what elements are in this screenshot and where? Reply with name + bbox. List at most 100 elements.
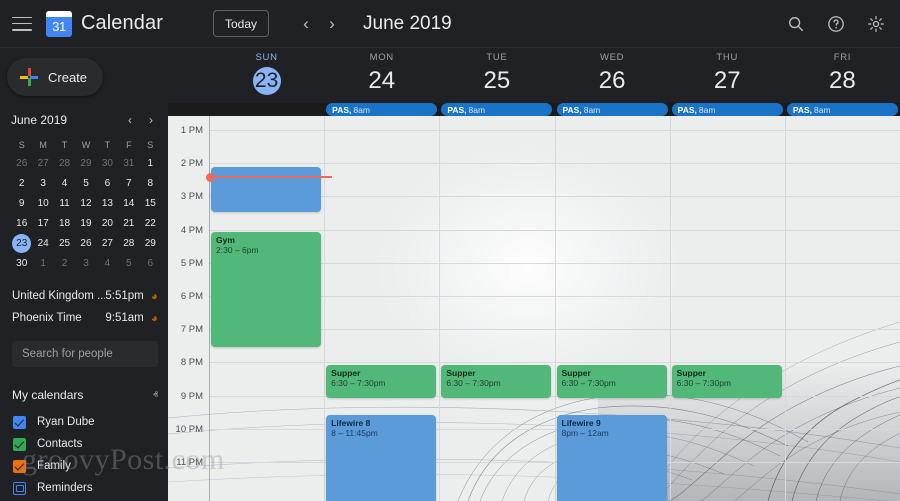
current-period-label: June 2019 <box>363 12 452 34</box>
search-people-field[interactable] <box>12 341 158 367</box>
all-day-event-title: PAS, <box>332 104 352 115</box>
mini-calendar-day[interactable]: 26 <box>11 153 32 173</box>
mini-calendar-day[interactable]: 31 <box>118 153 139 173</box>
mini-calendar-day[interactable]: 7 <box>118 173 139 193</box>
time-label: 6 PM <box>180 291 203 302</box>
next-period-icon[interactable]: › <box>319 11 345 37</box>
mini-calendar-next-icon[interactable]: › <box>143 112 159 128</box>
gear-icon[interactable] <box>866 14 886 34</box>
calendar-event[interactable]: Lifewire 9 8pm – 12am <box>556 415 667 501</box>
mini-calendar-day[interactable]: 19 <box>75 213 96 233</box>
mini-calendar-day[interactable]: 27 <box>97 233 118 253</box>
my-calendars-header[interactable]: My calendars ⱏ <box>12 385 158 405</box>
all-day-event[interactable]: PAS, 8am <box>441 103 553 116</box>
mini-calendar-day[interactable]: 29 <box>140 233 161 253</box>
all-day-event[interactable]: PAS, 8am <box>671 103 783 116</box>
mini-calendar-day[interactable]: 6 <box>140 253 161 273</box>
help-icon[interactable] <box>826 14 846 34</box>
mini-calendar-day[interactable]: 16 <box>11 213 32 233</box>
mini-calendar-day[interactable]: 18 <box>54 213 75 233</box>
calendar-checkbox[interactable] <box>13 415 26 429</box>
mini-calendar-dow-4: T <box>104 139 111 150</box>
day-header-mon[interactable]: MON 24 <box>324 52 439 95</box>
calendar-app: 31 Calendar Today ‹ › June 2019 Create J… <box>0 0 900 501</box>
day-header-fri[interactable]: FRI 28 <box>785 52 900 95</box>
mini-calendar-week: 30 1 2 3 4 5 6 <box>11 253 161 273</box>
mini-calendar-day[interactable]: 1 <box>140 153 161 173</box>
search-icon[interactable] <box>786 14 806 34</box>
day-header-dow: THU <box>716 52 739 63</box>
day-header-number: 24 <box>368 67 396 94</box>
mini-calendar-day[interactable]: 30 <box>11 253 32 273</box>
mini-calendar-day[interactable]: 26 <box>75 233 96 253</box>
mini-calendar-prev-icon[interactable]: ‹ <box>122 112 138 128</box>
all-day-event[interactable]: PAS, 8am <box>326 103 438 116</box>
day-header-number: 25 <box>483 67 511 94</box>
day-header-thu[interactable]: THU 27 <box>670 52 785 95</box>
mini-calendar-day[interactable]: 4 <box>97 253 118 273</box>
day-header-dow: TUE <box>486 52 508 63</box>
mini-calendar-day[interactable]: 21 <box>118 213 139 233</box>
calendar-event[interactable]: Supper 6:30 – 7:30pm <box>556 365 667 398</box>
mini-calendar-day[interactable]: 30 <box>97 153 118 173</box>
mini-calendar-day[interactable]: 1 <box>32 253 53 273</box>
time-label: 10 PM <box>175 423 203 435</box>
mini-calendar-day[interactable]: 5 <box>118 253 139 273</box>
calendar-checkbox[interactable] <box>13 459 26 473</box>
calendar-item-reminders[interactable]: Reminders <box>13 477 158 499</box>
calendar-item-ryan-dube[interactable]: Ryan Dube <box>13 411 158 433</box>
mini-calendar-dow-0: S <box>18 139 25 150</box>
day-header-tue[interactable]: TUE 25 <box>439 52 554 95</box>
mini-calendar-day[interactable]: 2 <box>54 253 75 273</box>
mini-calendar-day[interactable]: 2 <box>11 173 32 193</box>
mini-calendar-day[interactable]: 25 <box>54 233 75 253</box>
calendar-event[interactable]: Supper 6:30 – 7:30pm <box>671 365 782 398</box>
mini-calendar-day[interactable]: 3 <box>32 173 53 193</box>
mini-calendar-day[interactable]: 20 <box>97 213 118 233</box>
mini-calendar-day[interactable]: 4 <box>54 173 75 193</box>
calendar-event[interactable] <box>211 167 322 212</box>
timezone-row-1[interactable]: Phoenix Time 9:51am ◕ <box>12 307 158 329</box>
mini-calendar-day[interactable]: 27 <box>32 153 53 173</box>
mini-calendar-day[interactable]: 15 <box>140 193 161 213</box>
hamburger-icon[interactable] <box>12 16 32 31</box>
mini-calendar-day[interactable]: 3 <box>75 253 96 273</box>
timezone-row-0[interactable]: United Kingdom ... 5:51pm ◕ <box>12 285 158 307</box>
mini-calendar-day[interactable]: 10 <box>32 193 53 213</box>
calendar-event[interactable]: Supper 6:30 – 7:30pm <box>326 365 437 398</box>
mini-calendar-day[interactable]: 9 <box>11 193 32 213</box>
mini-calendar-day[interactable]: 13 <box>97 193 118 213</box>
prev-period-icon[interactable]: ‹ <box>293 11 319 37</box>
calendar-checkbox[interactable] <box>13 481 26 495</box>
day-header-wed[interactable]: WED 26 <box>555 52 670 95</box>
calendar-checkbox[interactable] <box>13 437 26 451</box>
mini-calendar-day[interactable]: 28 <box>118 233 139 253</box>
mini-calendar-day[interactable]: 22 <box>140 213 161 233</box>
mini-calendar-day[interactable]: 23 <box>11 233 32 253</box>
all-day-event[interactable]: PAS, 8am <box>786 103 898 116</box>
mini-calendar-day[interactable]: 17 <box>32 213 53 233</box>
calendar-event[interactable]: Supper 6:30 – 7:30pm <box>441 365 552 398</box>
all-day-event[interactable]: PAS, 8am <box>556 103 668 116</box>
mini-calendar-day[interactable]: 11 <box>54 193 75 213</box>
search-people-input[interactable] <box>12 348 158 360</box>
mini-calendar-day[interactable]: 6 <box>97 173 118 193</box>
timezone-time: 9:51am <box>105 312 144 324</box>
mini-calendar-day[interactable]: 24 <box>32 233 53 253</box>
calendar-item-contacts[interactable]: Contacts <box>13 433 158 455</box>
chevron-up-icon[interactable]: ⱏ <box>153 390 158 401</box>
create-button[interactable]: Create <box>7 58 103 96</box>
mini-calendar-day[interactable]: 12 <box>75 193 96 213</box>
today-button[interactable]: Today <box>212 10 269 37</box>
mini-calendar-day[interactable]: 5 <box>75 173 96 193</box>
mini-calendar-title: June 2019 <box>11 113 68 127</box>
event-title: Supper <box>331 368 361 378</box>
calendar-event[interactable]: Lifewire 88 – 11:45pm <box>326 415 437 501</box>
mini-calendar-day[interactable]: 28 <box>54 153 75 173</box>
calendar-item-family[interactable]: Family <box>13 455 158 477</box>
mini-calendar-day[interactable]: 8 <box>140 173 161 193</box>
calendar-event[interactable]: Gym 2:30 – 6pm <box>211 232 322 347</box>
mini-calendar-day[interactable]: 14 <box>118 193 139 213</box>
day-header-sun[interactable]: SUN 23 <box>209 52 324 95</box>
mini-calendar-day[interactable]: 29 <box>75 153 96 173</box>
